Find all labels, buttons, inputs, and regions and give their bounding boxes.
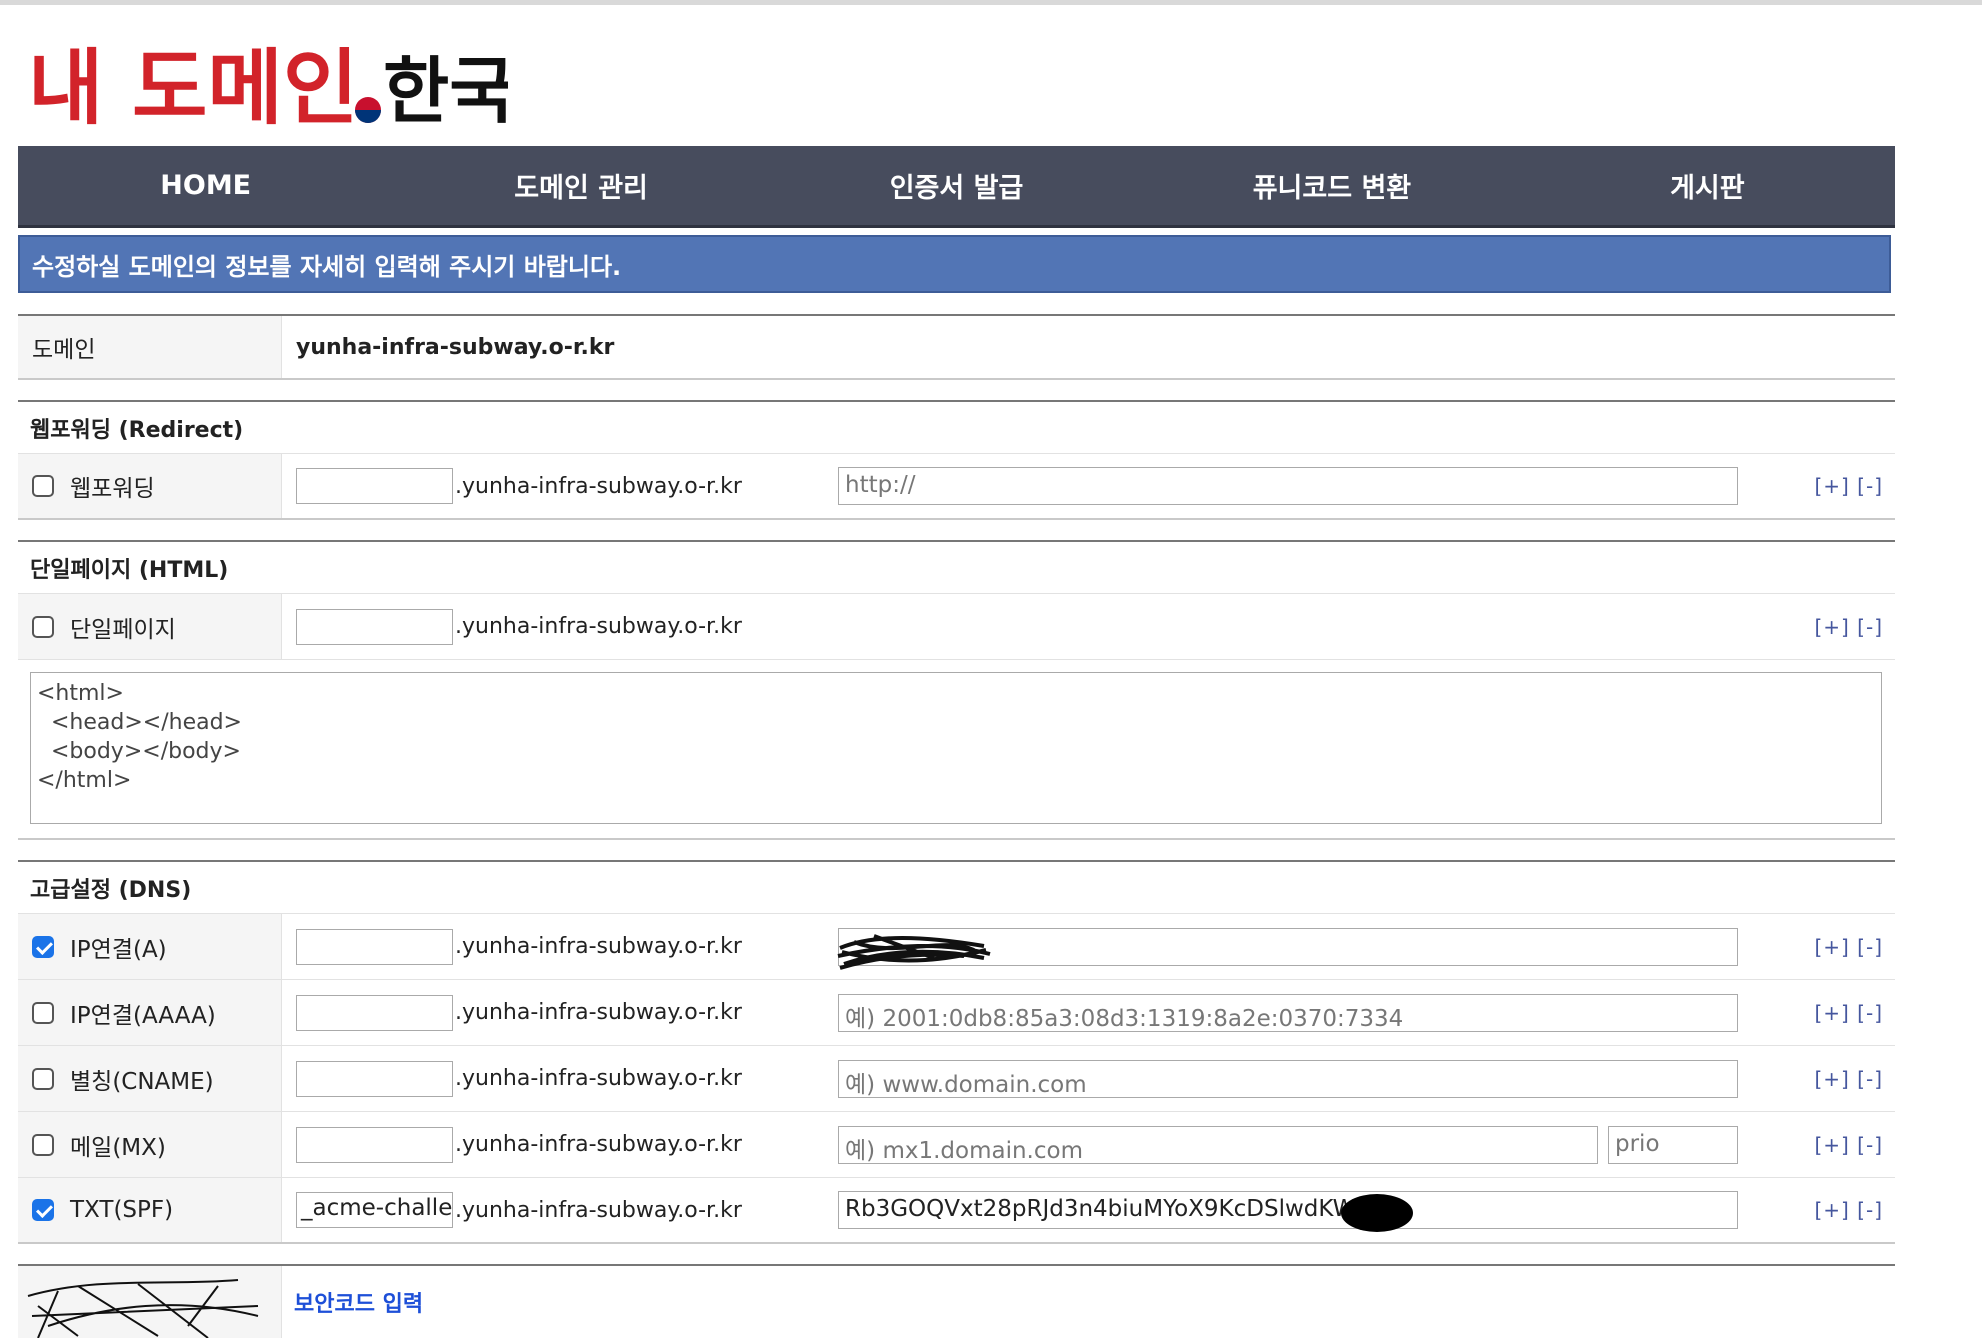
dns-aaaa-subdomain-input[interactable] [296, 994, 453, 1031]
dns-mx-label: 메일(MX) [70, 1134, 166, 1161]
domain-form: 도메인 yunha-infra-subway.o-r.kr 웹포워딩 (Redi… [18, 314, 1895, 1338]
dns-a-domain-suffix: .yunha-infra-subway.o-r.kr [455, 934, 742, 959]
html-domain-suffix: .yunha-infra-subway.o-r.kr [455, 614, 742, 639]
site-logo[interactable]: 내 도메인 한국 [28, 38, 508, 138]
domain-value: yunha-infra-subway.o-r.kr [296, 334, 615, 360]
redirect-checkbox[interactable] [32, 475, 54, 497]
dns-a-add-remove[interactable]: [+] [-] [1814, 935, 1883, 959]
redirect-subdomain-input[interactable] [296, 468, 453, 504]
dns-txt-value-input[interactable]: Rb3GOQVxt28pRJd3n4biuMYoX9KcDSlwdKWB1L [838, 1191, 1738, 1229]
dns-txt-add-remove[interactable]: [+] [-] [1814, 1198, 1883, 1222]
dns-cname-row: 별칭(CNAME) .yunha-infra-subway.o-r.kr 예) … [18, 1046, 1895, 1112]
dns-mx-checkbox[interactable] [32, 1133, 54, 1156]
redirect-url-input[interactable]: http:// [838, 467, 1738, 505]
nav-domain-manage[interactable]: 도메인 관리 [393, 146, 768, 225]
redaction-scribble [837, 934, 991, 970]
dns-aaaa-label: IP연결(AAAA) [70, 1002, 216, 1029]
dns-cname-domain-suffix: .yunha-infra-subway.o-r.kr [455, 1066, 742, 1091]
dns-txt-checkbox[interactable] [32, 1199, 54, 1221]
html-checkbox[interactable] [32, 615, 54, 638]
redaction-blob [1341, 1194, 1413, 1232]
dns-a-checkbox[interactable] [32, 935, 54, 958]
dns-txt-label: TXT(SPF) [70, 1197, 174, 1223]
html-code-textarea[interactable]: <html> <head></head> <body></body> </htm… [30, 672, 1882, 824]
dns-mx-value-input[interactable]: 예) mx1.domain.com [838, 1125, 1598, 1164]
html-heading: 단일페이지 (HTML) [18, 540, 1895, 594]
logo-text-main: 내 도메인 [28, 40, 358, 136]
captcha-input-label[interactable]: 보안코드 입력 [282, 1266, 423, 1338]
dns-cname-checkbox[interactable] [32, 1067, 54, 1090]
main-nav: HOME 도메인 관리 인증서 발급 퓨니코드 변환 게시판 [18, 146, 1895, 228]
dns-cname-label: 별칭(CNAME) [70, 1068, 214, 1095]
dns-mx-row: 메일(MX) .yunha-infra-subway.o-r.kr 예) mx1… [18, 1112, 1895, 1178]
dns-txt-domain-suffix: .yunha-infra-subway.o-r.kr [455, 1197, 742, 1223]
dns-txt-row: TXT(SPF) _acme-challen .yunha-infra-subw… [18, 1178, 1895, 1244]
domain-row: 도메인 yunha-infra-subway.o-r.kr [18, 314, 1895, 380]
html-row: 단일페이지 .yunha-infra-subway.o-r.kr [+] [-] [18, 594, 1895, 660]
captcha-image [18, 1266, 282, 1338]
dns-a-row: IP연결(A) .yunha-infra-subway.o-r.kr [+] [… [18, 914, 1895, 980]
redirect-row: 웹포워딩 .yunha-infra-subway.o-r.kr http:// … [18, 454, 1895, 520]
dns-mx-add-remove[interactable]: [+] [-] [1814, 1133, 1883, 1157]
redirect-domain-suffix: .yunha-infra-subway.o-r.kr [455, 473, 742, 499]
redirect-label: 웹포워딩 [70, 476, 155, 502]
dns-aaaa-value-input[interactable]: 예) 2001:0db8:85a3:08d3:1319:8a2e:0370:73… [838, 993, 1738, 1032]
dns-cname-subdomain-input[interactable] [296, 1060, 453, 1097]
domain-label: 도메인 [18, 316, 282, 378]
dns-aaaa-add-remove[interactable]: [+] [-] [1814, 1001, 1883, 1025]
dns-a-subdomain-input[interactable] [296, 928, 453, 965]
dns-aaaa-row: IP연결(AAAA) .yunha-infra-subway.o-r.kr 예)… [18, 980, 1895, 1046]
nav-punycode[interactable]: 퓨니코드 변환 [1144, 146, 1519, 225]
dns-mx-prio-input[interactable]: prio [1608, 1125, 1738, 1164]
captcha-row: 보안코드 입력 [18, 1264, 1895, 1338]
dns-mx-domain-suffix: .yunha-infra-subway.o-r.kr [455, 1132, 742, 1157]
redirect-add-remove[interactable]: [+] [-] [1814, 474, 1883, 498]
dns-aaaa-domain-suffix: .yunha-infra-subway.o-r.kr [455, 1000, 742, 1025]
dns-a-label: IP연결(A) [70, 936, 167, 963]
redirect-heading: 웹포워딩 (Redirect) [18, 400, 1895, 454]
nav-certificate[interactable]: 인증서 발급 [769, 146, 1144, 225]
dns-cname-add-remove[interactable]: [+] [-] [1814, 1067, 1883, 1091]
info-banner: 수정하실 도메인의 정보를 자세히 입력해 주시기 바랍니다. [18, 235, 1891, 293]
nav-board[interactable]: 게시판 [1520, 146, 1895, 225]
top-border [0, 0, 1982, 5]
dns-cname-value-input[interactable]: 예) www.domain.com [838, 1059, 1738, 1098]
html-subdomain-input[interactable] [296, 608, 453, 645]
html-label: 단일페이지 [70, 616, 176, 643]
html-add-remove[interactable]: [+] [-] [1814, 615, 1883, 639]
dns-heading: 고급설정 (DNS) [18, 860, 1895, 914]
nav-home[interactable]: HOME [18, 146, 393, 225]
dns-aaaa-checkbox[interactable] [32, 1001, 54, 1024]
dns-txt-subdomain-input[interactable]: _acme-challen [296, 1192, 453, 1228]
dns-mx-subdomain-input[interactable] [296, 1126, 453, 1163]
logo-text-suffix: 한국 [383, 48, 508, 133]
